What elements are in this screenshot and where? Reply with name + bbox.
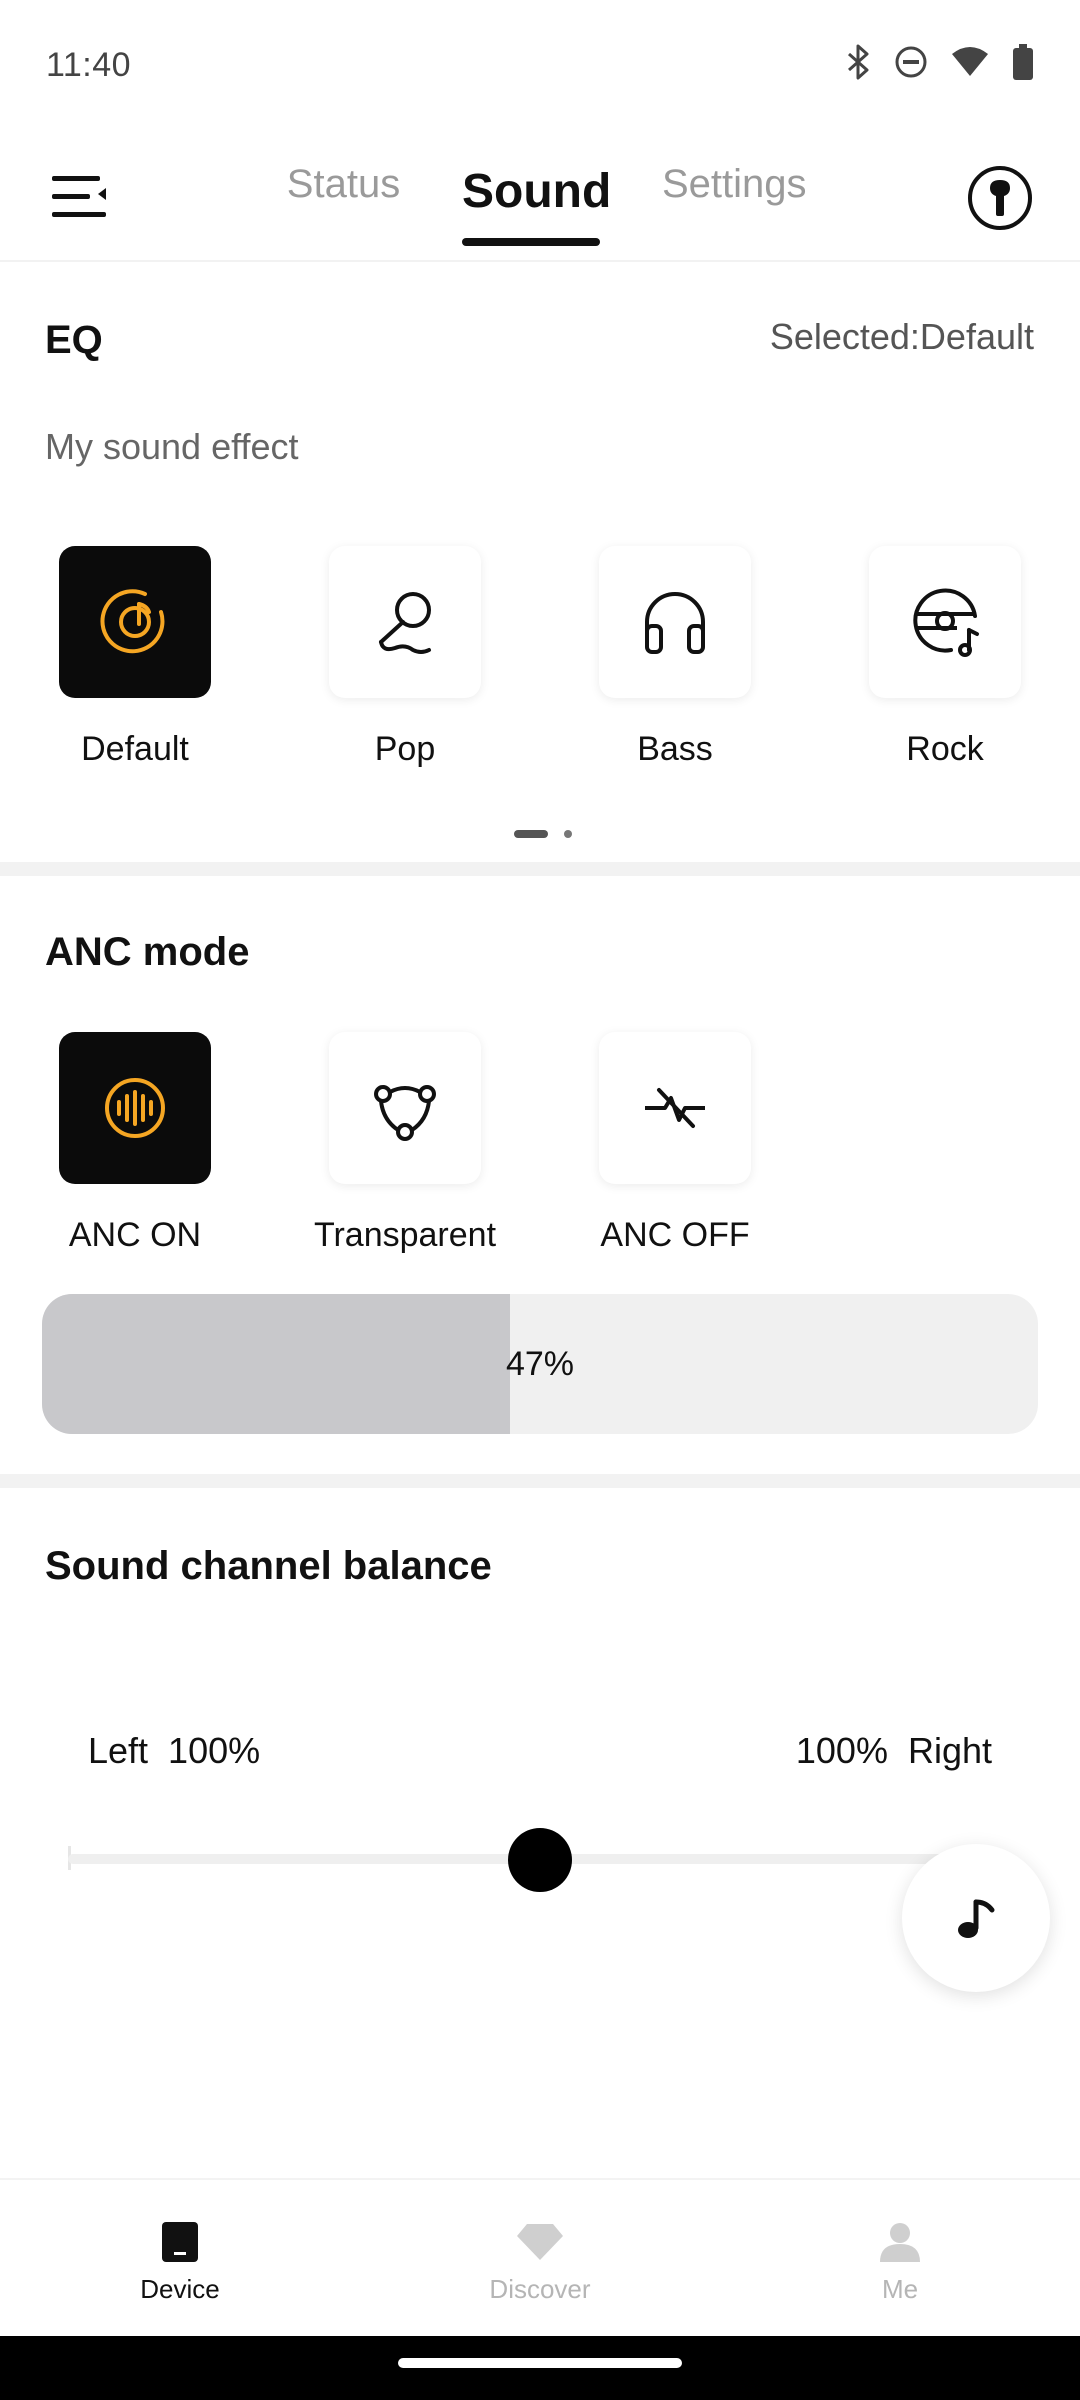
anc-mode-label: ANC ON <box>68 1216 202 1254</box>
device-icon <box>80 2220 280 2264</box>
preset-label: Pop <box>374 730 436 768</box>
anc-level-slider[interactable]: 47% <box>42 1294 1038 1434</box>
vinyl-note-icon <box>913 588 979 657</box>
bottom-nav-discover[interactable]: Discover <box>440 2220 640 2305</box>
anc-level-text: 47% <box>505 1344 575 1383</box>
anc-mode-on[interactable]: ANC ON <box>35 1032 235 1255</box>
balance-left-label: Left 100% <box>88 1730 261 1771</box>
anc-tile <box>59 1032 211 1184</box>
preset-page-indicator <box>514 830 572 838</box>
balance-slider-thumb[interactable] <box>508 1828 572 1892</box>
anc-mode-off[interactable]: ANC OFF <box>575 1032 775 1255</box>
page-dot-active <box>514 830 548 838</box>
balance-title: Sound channel balance <box>45 1544 492 1588</box>
earbud-icon <box>990 180 1010 216</box>
preset-tile <box>329 546 481 698</box>
preset-rock[interactable]: Rock <box>845 546 1045 769</box>
status-time: 11:40 <box>46 46 132 84</box>
transparency-icon <box>374 1085 436 1141</box>
eq-selected-text: Selected:Default <box>769 316 1034 357</box>
anc-mode-label: Transparent <box>313 1216 497 1254</box>
preset-label: Rock <box>906 730 984 768</box>
anc-tile <box>599 1032 751 1184</box>
anc-title: ANC mode <box>45 930 250 974</box>
anc-mode-transparent[interactable]: Transparent <box>305 1032 505 1255</box>
tab-status[interactable]: Status <box>286 162 401 207</box>
preset-label: Default <box>81 730 189 768</box>
preset-tile <box>59 546 211 698</box>
preset-tile <box>599 546 751 698</box>
bottom-nav-label: Device <box>140 2274 220 2304</box>
anc-tile <box>329 1032 481 1184</box>
diamond-icon <box>440 2220 640 2264</box>
music-player-button[interactable] <box>902 1844 1050 1992</box>
tab-sound[interactable]: Sound <box>462 164 611 219</box>
status-bar: 11:40 <box>0 0 1080 132</box>
bluetooth-icon <box>846 44 872 85</box>
microphone-icon <box>379 592 431 654</box>
preset-default[interactable]: Default <box>35 546 235 769</box>
headphones-icon <box>645 592 705 654</box>
do-not-disturb-icon <box>894 45 928 84</box>
battery-icon <box>1012 44 1034 85</box>
menu-icon[interactable] <box>50 172 108 222</box>
my-sound-effect-label: My sound effect <box>45 426 299 467</box>
preset-pop[interactable]: Pop <box>305 546 505 769</box>
anc-mode-label: ANC OFF <box>600 1216 750 1254</box>
active-tab-indicator <box>462 238 600 246</box>
eq-title: EQ <box>45 318 103 362</box>
soundwave-icon <box>105 1078 165 1138</box>
disc-note-icon <box>100 589 165 654</box>
home-gesture-handle[interactable] <box>398 2358 682 2368</box>
bottom-nav-label: Me <box>881 2274 919 2304</box>
page-dot <box>564 830 572 838</box>
status-icons <box>846 44 1034 85</box>
earbud-device-button[interactable] <box>968 166 1032 230</box>
music-note-icon <box>958 1899 995 1938</box>
wifi-icon <box>950 46 990 83</box>
top-nav: Status Sound Settings <box>0 132 1080 262</box>
bottom-nav: Device Discover Me <box>0 2178 1080 2336</box>
sound-screen: 11:40 Status Sound Settings EQ Selected:… <box>0 0 1080 2400</box>
preset-bass[interactable]: Bass <box>575 546 775 769</box>
preset-label: Bass <box>637 730 713 768</box>
system-gesture-bar <box>0 2336 1080 2400</box>
bottom-nav-device[interactable]: Device <box>80 2220 280 2305</box>
section-divider <box>0 862 1080 876</box>
preset-tile <box>869 546 1021 698</box>
tab-settings[interactable]: Settings <box>662 162 807 207</box>
balance-right-label: 100% Right <box>795 1730 992 1771</box>
section-divider <box>0 1474 1080 1488</box>
person-icon <box>800 2220 1000 2264</box>
bottom-nav-me[interactable]: Me <box>800 2220 1000 2305</box>
bottom-nav-label: Discover <box>489 2274 591 2304</box>
anc-off-icon <box>645 1088 705 1128</box>
